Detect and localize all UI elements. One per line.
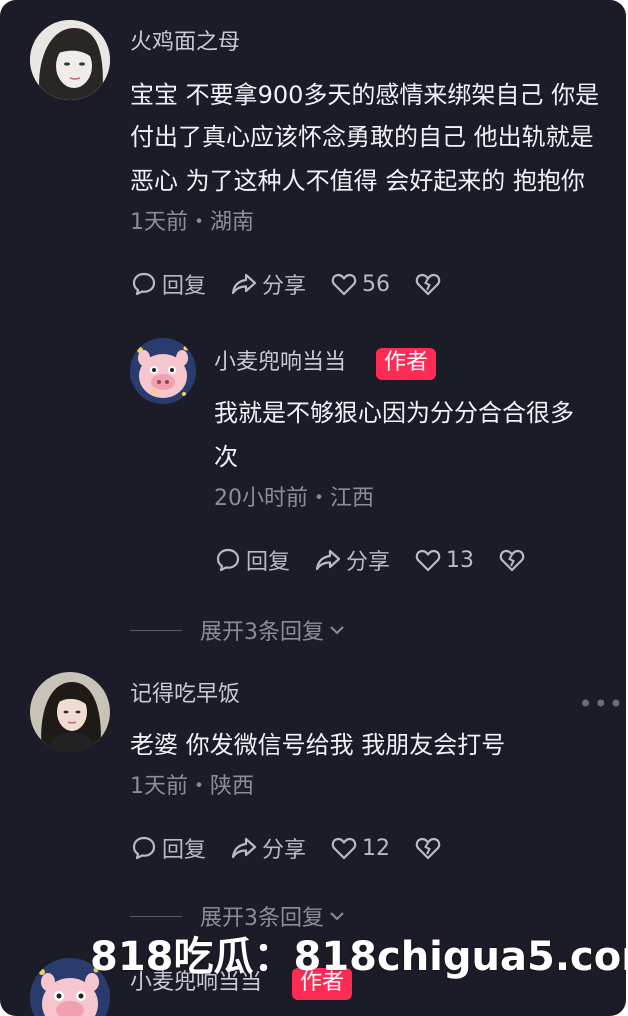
share-arrow-icon [315,549,341,571]
comment-text: 付出了真心应该怀念勇敢的自己 他出轨就是 [130,123,594,151]
cartoon-pig-avatar-icon [130,338,196,404]
dislike-button[interactable] [414,270,442,298]
reply-bubble-icon [216,548,240,572]
heart-icon [331,273,357,296]
share-button[interactable]: 分享 [230,268,306,300]
heart-icon [415,549,441,572]
user-avatar[interactable] [30,20,110,100]
comment-meta: 1天前・湖南 [130,210,254,235]
chevron-down-icon [330,626,344,635]
comment-actions: 回复 分享 12 [130,832,466,864]
woman-portrait-avatar-icon [30,20,110,100]
reply-button[interactable]: 回复 [214,544,290,576]
comment-actions: 回复 分享 13 [214,544,550,576]
share-button[interactable]: 分享 [314,544,390,576]
expand-replies-label: 展开3条回复 [200,620,324,645]
user-avatar[interactable] [30,672,110,752]
reply-label: 回复 [162,274,207,299]
reply-button[interactable]: 回复 [130,268,206,300]
like-count: 13 [446,547,475,573]
broken-heart-icon [415,837,441,860]
comment-username[interactable]: 记得吃早饭 [130,680,240,710]
reply-label: 回复 [246,550,291,575]
watermark-text: 818吃瓜：818chigua5.com [90,934,626,980]
dislike-button[interactable] [414,834,442,862]
more-dots-icon[interactable]: ••• [579,690,624,718]
broken-heart-icon [415,273,441,296]
comment-meta: 1天前・陕西 [130,774,254,799]
dislike-button[interactable] [498,546,526,574]
comment-text: 老婆 你发微信号给我 我朋友会打号 [130,731,506,759]
share-button[interactable]: 分享 [230,832,306,864]
comment-text: 次 [214,443,238,471]
like-button[interactable]: 12 [330,834,390,862]
author-badge: 作者 [376,348,437,380]
share-arrow-icon [231,273,257,295]
share-label: 分享 [346,550,391,575]
comment-text: 宝宝 不要拿900多天的感情来绑架自己 你是 [130,81,600,109]
share-arrow-icon [231,837,257,859]
reply-button[interactable]: 回复 [130,832,206,864]
reply-bubble-icon [132,836,156,860]
reply-bubble-icon [132,272,156,296]
comment-username[interactable]: 小麦兜响当当 [214,348,346,378]
author-avatar[interactable] [130,338,196,404]
like-count: 12 [362,835,391,861]
comments-panel: 火鸡面之母 宝宝 不要拿900多天的感情来绑架自己 你是 付出了真心应该怀念勇敢… [0,0,626,1016]
like-count: 56 [362,271,391,297]
reply-label: 回复 [162,838,207,863]
broken-heart-icon [499,549,525,572]
divider-line [130,629,182,631]
like-button[interactable]: 13 [414,546,474,574]
expand-replies-button[interactable]: 展开3条回复 [130,614,348,646]
woman-photo-avatar-icon [30,672,110,752]
comment-username[interactable]: 火鸡面之母 [130,28,240,58]
like-button[interactable]: 56 [330,270,390,298]
comment-text: 我就是不够狠心因为分分合合很多 [214,399,574,427]
comment-actions: 回复 分享 56 [130,268,466,300]
heart-icon [331,837,357,860]
divider-line [130,915,182,917]
comment-text: 恶心 为了这种人不值得 会好起来的 抱抱你 [130,167,585,195]
share-label: 分享 [262,838,307,863]
share-label: 分享 [262,274,307,299]
comment-meta: 20小时前・江西 [214,486,374,511]
